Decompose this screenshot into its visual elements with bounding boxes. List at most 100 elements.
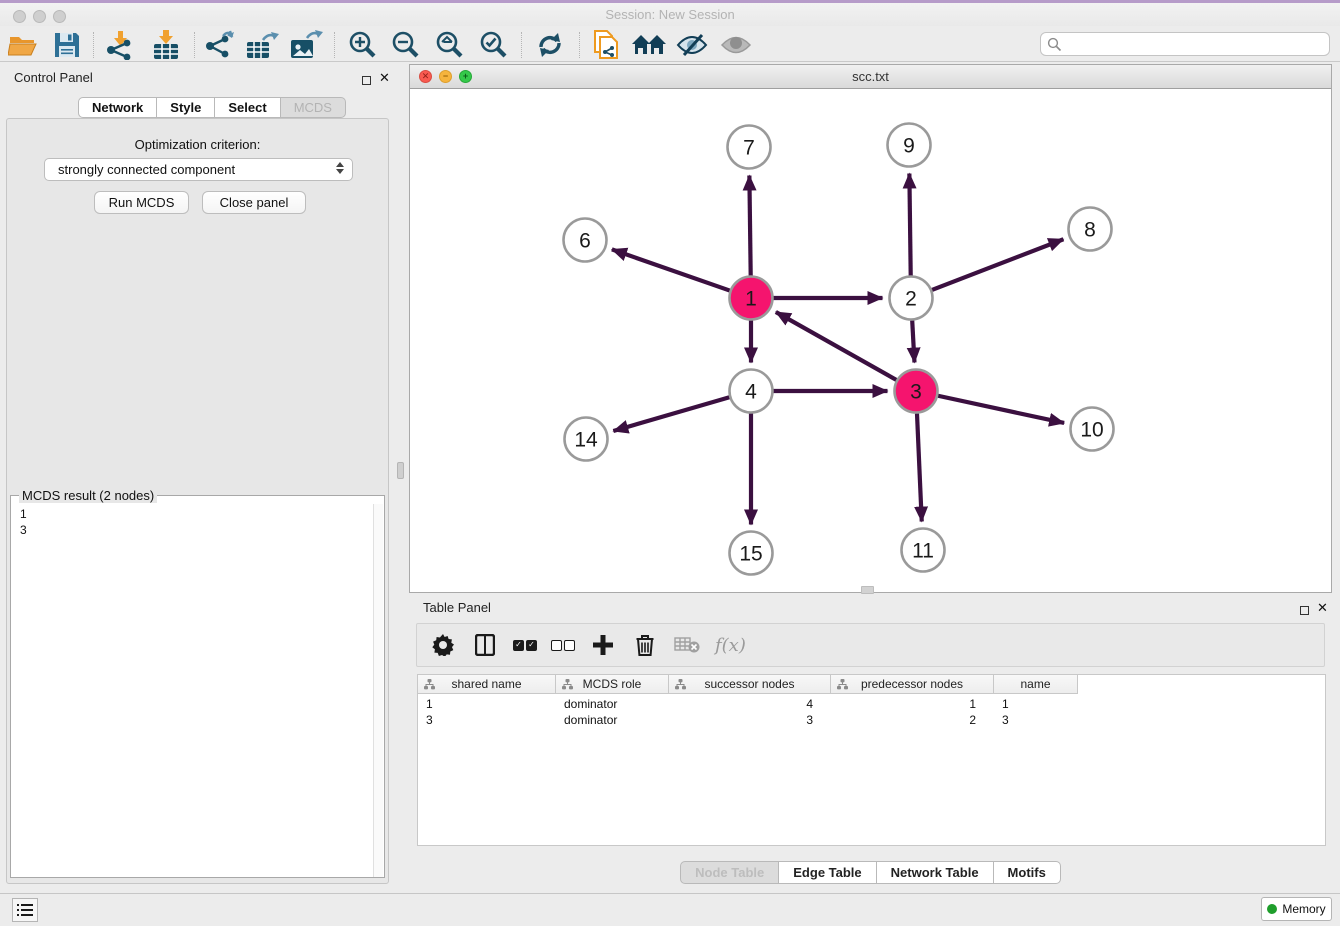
control-panel-close-button[interactable]: ✕ xyxy=(379,71,390,84)
deselect-all-icon[interactable]: ✓✓ xyxy=(551,640,575,651)
tab-network-table[interactable]: Network Table xyxy=(877,861,994,884)
tab-network[interactable]: Network xyxy=(78,97,157,118)
tab-select[interactable]: Select xyxy=(215,97,280,118)
tab-style[interactable]: Style xyxy=(157,97,215,118)
column-panel-icon[interactable] xyxy=(471,631,499,659)
graph-node-label: 8 xyxy=(1084,219,1096,242)
table-panel-title: Table Panel xyxy=(423,600,491,615)
table-row[interactable]: 3 dominator 3 2 3 xyxy=(418,712,1078,728)
cell-name: 3 xyxy=(994,712,1078,728)
run-mcds-button[interactable]: Run MCDS xyxy=(94,191,189,214)
table-panel: Table Panel ✕ ✓✓ ✓✓ f(x) shared name MCD… xyxy=(409,595,1332,888)
graph-node-label: 4 xyxy=(745,381,757,404)
graph-edge-1-7[interactable] xyxy=(749,175,750,275)
search-input[interactable] xyxy=(1040,32,1330,56)
network-close-icon[interactable]: ✕ xyxy=(419,70,432,83)
zoom-fit-icon[interactable] xyxy=(431,29,469,61)
column-header-predecessor-nodes[interactable]: predecessor nodes xyxy=(831,675,994,694)
table-panel-close-button[interactable]: ✕ xyxy=(1317,601,1328,614)
criterion-dropdown-value: strongly connected component xyxy=(58,162,235,177)
zoom-in-icon[interactable] xyxy=(344,29,382,61)
cell-shared-name: 3 xyxy=(418,712,556,728)
save-session-icon[interactable] xyxy=(48,29,86,61)
settings-gear-icon[interactable] xyxy=(429,631,457,659)
cell-predecessor-nodes: 1 xyxy=(831,696,994,712)
cell-successor-nodes: 4 xyxy=(669,696,831,712)
control-panel-float-button[interactable] xyxy=(362,73,371,88)
control-panel-tabs: Network Style Select MCDS xyxy=(78,97,346,118)
zoom-out-icon[interactable] xyxy=(387,29,425,61)
copy-view-icon[interactable] xyxy=(587,29,625,61)
tab-edge-table[interactable]: Edge Table xyxy=(779,861,876,884)
graph-node-label: 3 xyxy=(910,381,922,404)
graph-edge-3-10[interactable] xyxy=(938,396,1064,423)
dropdown-stepper-icon xyxy=(336,162,344,174)
close-panel-button[interactable]: Close panel xyxy=(202,191,306,214)
open-session-icon[interactable] xyxy=(4,29,42,61)
table-header-row: shared name MCDS role successor nodes pr… xyxy=(418,675,1078,694)
table-panel-float-button[interactable] xyxy=(1300,603,1309,618)
task-history-button[interactable] xyxy=(12,898,38,922)
graph-node-label: 11 xyxy=(912,540,934,563)
column-header-mcds-role[interactable]: MCDS role xyxy=(556,675,669,694)
app-titlebar[interactable]: Session: New Session xyxy=(0,3,1340,26)
network-minimize-icon[interactable]: − xyxy=(439,70,452,83)
graph-edge-4-14[interactable] xyxy=(613,397,729,431)
network-maximize-icon[interactable]: + xyxy=(459,70,472,83)
mcds-result-list[interactable]: 1 3 xyxy=(12,504,375,877)
graph-node-label: 2 xyxy=(905,288,917,311)
export-network-icon[interactable] xyxy=(200,29,238,61)
graph-edge-1-6[interactable] xyxy=(612,249,730,290)
cell-mcds-role: dominator xyxy=(556,712,669,728)
toolbar-separator xyxy=(579,32,580,58)
graph-edge-2-9[interactable] xyxy=(909,173,910,275)
table-toolbar: ✓✓ ✓✓ f(x) xyxy=(416,623,1325,667)
delete-table-icon[interactable] xyxy=(673,631,701,659)
tab-mcds[interactable]: MCDS xyxy=(281,97,346,118)
network-window-titlebar[interactable]: ✕ − + scc.txt xyxy=(410,65,1331,89)
tab-node-table[interactable]: Node Table xyxy=(680,861,779,884)
column-type-icon xyxy=(562,679,573,690)
memory-button[interactable]: Memory xyxy=(1261,897,1332,921)
delete-column-trash-icon[interactable] xyxy=(631,631,659,659)
mcds-result-line: 1 xyxy=(20,506,375,522)
mcds-result-box: MCDS result (2 nodes) 1 3 xyxy=(10,495,385,878)
graph-node-label: 10 xyxy=(1080,419,1103,442)
criterion-dropdown[interactable]: strongly connected component xyxy=(44,158,353,181)
table-row[interactable]: 1 dominator 4 1 1 xyxy=(418,696,1078,712)
memory-label: Memory xyxy=(1282,902,1325,916)
add-column-plus-icon[interactable] xyxy=(589,631,617,659)
function-builder-icon[interactable]: f(x) xyxy=(715,635,746,656)
select-all-icon[interactable]: ✓✓ xyxy=(513,640,537,651)
graph-node-label: 14 xyxy=(574,429,598,452)
refresh-view-icon[interactable] xyxy=(531,29,569,61)
export-image-icon[interactable] xyxy=(287,29,325,61)
graph-node-label: 1 xyxy=(745,288,757,311)
toolbar-separator xyxy=(194,32,195,58)
graph-edge-3-1[interactable] xyxy=(776,312,897,380)
export-table-icon[interactable] xyxy=(243,29,281,61)
import-table-icon[interactable] xyxy=(147,29,185,61)
graph-node-label: 15 xyxy=(739,543,762,566)
network-canvas[interactable]: 1234678910111415 xyxy=(410,89,1331,592)
graph-edge-2-3[interactable] xyxy=(912,320,914,362)
zoom-selected-icon[interactable] xyxy=(475,29,513,61)
column-header-successor-nodes[interactable]: successor nodes xyxy=(669,675,831,694)
graph-edge-2-8[interactable] xyxy=(932,239,1063,290)
hide-selected-eye-slash-icon[interactable] xyxy=(673,29,711,61)
column-header-name[interactable]: name xyxy=(994,675,1078,694)
horizontal-splitter-handle[interactable] xyxy=(861,586,874,594)
column-header-shared-name[interactable]: shared name xyxy=(418,675,556,694)
window-minimize-button[interactable] xyxy=(33,10,46,23)
window-close-button[interactable] xyxy=(13,10,26,23)
result-scrollbar[interactable] xyxy=(373,504,383,877)
panel-splitter-handle[interactable] xyxy=(397,462,404,479)
tab-motifs[interactable]: Motifs xyxy=(994,861,1061,884)
window-zoom-button[interactable] xyxy=(53,10,66,23)
graph-edge-3-11[interactable] xyxy=(917,413,922,521)
home-view-icon[interactable] xyxy=(630,29,668,61)
import-network-icon[interactable] xyxy=(101,29,139,61)
show-all-eye-icon[interactable] xyxy=(717,29,755,61)
toolbar-separator xyxy=(93,32,94,58)
list-icon xyxy=(17,903,33,917)
